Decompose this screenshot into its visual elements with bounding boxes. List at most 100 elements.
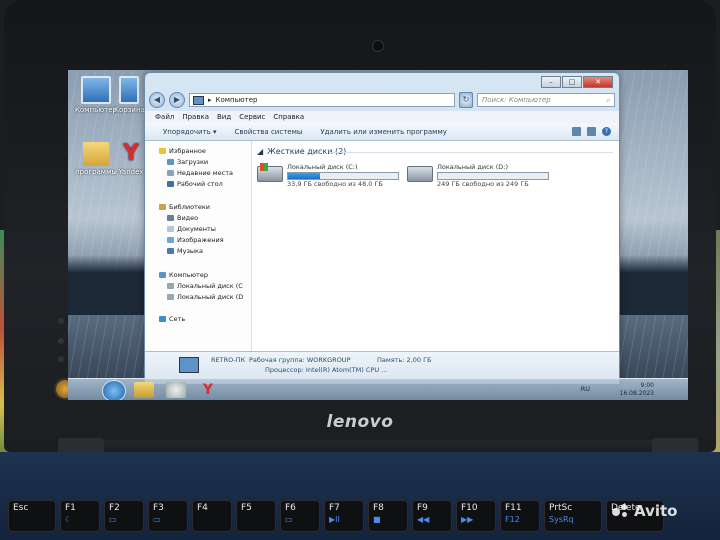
recycle-bin-icon [119, 76, 139, 104]
key-f2[interactable]: F2 ▭ [104, 500, 144, 532]
nav-images[interactable]: Изображения [167, 236, 224, 244]
key-f1[interactable]: F1 ☾ [60, 500, 100, 532]
avito-logo-icon [612, 502, 630, 520]
back-button[interactable]: ◀ [149, 92, 165, 108]
key-esc[interactable]: Esc [8, 500, 56, 532]
command-bar: Упорядочить ▾ Свойства системы Удалить и… [145, 123, 619, 141]
group-divider [329, 152, 613, 153]
nav-disk-d[interactable]: Локальный диск (D [167, 293, 243, 301]
forward-button[interactable]: ▶ [169, 92, 185, 108]
maximize-button[interactable]: □ [562, 76, 582, 88]
star-icon [159, 148, 166, 154]
computer-icon [179, 357, 199, 373]
menu-bar: Файл Правка Вид Сервис Справка [145, 111, 619, 123]
webcam [372, 40, 384, 52]
nav-network[interactable]: Сеть [159, 315, 185, 323]
clock[interactable]: 9:00 16.08.2023 [620, 382, 654, 398]
content-pane: ◢ Жесткие диски (2) Локальный диск (C:) 3… [257, 147, 613, 188]
computer-icon [159, 272, 166, 278]
menu-file[interactable]: Файл [155, 113, 174, 121]
desktop-icon [167, 181, 174, 187]
key-f5[interactable]: F5 [236, 500, 276, 532]
preview-pane-icon[interactable] [587, 127, 596, 136]
menu-view[interactable]: Вид [217, 113, 231, 121]
language-indicator[interactable]: RU [581, 385, 590, 393]
nav-bar: ◀ ▶ ▸ Компьютер ↻ Поиск: Компьютер ⌕ [149, 91, 615, 109]
downloads-icon [167, 159, 174, 165]
explorer-window: – □ ✕ ◀ ▶ ▸ Компьютер ↻ Поиск: Компьютер… [144, 72, 620, 384]
disk-usage-bar [287, 172, 399, 180]
help-icon[interactable]: ? [602, 127, 611, 136]
refresh-button[interactable]: ↻ [459, 92, 473, 108]
title-bar[interactable]: – □ ✕ [145, 73, 619, 89]
close-button[interactable]: ✕ [583, 76, 613, 88]
status-led [58, 318, 64, 324]
address-bar[interactable]: ▸ Компьютер [189, 93, 455, 107]
nav-disk-c[interactable]: Локальный диск (C [167, 282, 243, 290]
key-f7[interactable]: F7 ▶II [324, 500, 364, 532]
windows-logo-icon [260, 163, 268, 171]
avito-watermark: Avito [612, 502, 677, 520]
media-player-icon[interactable] [166, 382, 186, 398]
nav-computer[interactable]: Компьютер [159, 271, 208, 279]
menu-help[interactable]: Справка [273, 113, 304, 121]
disk-item[interactable]: Локальный диск (D:) 249 ГБ свободно из 2… [407, 163, 557, 188]
uninstall-program-button[interactable]: Удалить или изменить программу [320, 128, 446, 136]
collapse-icon: ◢ [257, 147, 264, 156]
documents-icon [167, 226, 174, 232]
libraries-icon [159, 204, 166, 210]
lenovo-logo: lenovo [326, 412, 394, 432]
nav-desktop[interactable]: Рабочий стол [167, 180, 223, 188]
nav-favorites[interactable]: Избранное [159, 147, 206, 155]
key-f10[interactable]: F10 ▶▶ [456, 500, 496, 532]
computer-icon [193, 95, 204, 105]
video-icon [167, 215, 174, 221]
system-properties-button[interactable]: Свойства системы [235, 128, 303, 136]
images-icon [167, 237, 174, 243]
minimize-button[interactable]: – [541, 76, 561, 88]
menu-tools[interactable]: Сервис [239, 113, 265, 121]
yandex-icon: Y [123, 142, 139, 166]
nav-video[interactable]: Видео [167, 214, 198, 222]
key-f3[interactable]: F3 ▭ [148, 500, 188, 532]
music-icon [167, 248, 174, 254]
nav-recent[interactable]: Недавние места [167, 169, 233, 177]
key-f9[interactable]: F9 ◀◀ [412, 500, 452, 532]
yandex-browser-icon[interactable]: Y [198, 382, 218, 398]
search-icon: ⌕ [606, 95, 610, 104]
organize-button[interactable]: Упорядочить ▾ [163, 128, 217, 136]
network-icon [159, 316, 166, 322]
nav-downloads[interactable]: Загрузки [167, 158, 208, 166]
desktop-icon-yandex[interactable]: Y Yandex [118, 142, 144, 176]
recent-places-icon [167, 170, 174, 176]
start-button[interactable] [102, 380, 126, 400]
desktop-icon-programs[interactable]: программы [70, 142, 122, 176]
key-f11[interactable]: F11 F12 [500, 500, 540, 532]
key-f6[interactable]: F6 ▭ [280, 500, 320, 532]
explorer-taskbar-icon[interactable] [134, 382, 154, 398]
status-led [58, 356, 64, 362]
key-f4[interactable]: F4 [192, 500, 232, 532]
nav-documents[interactable]: Документы [167, 225, 216, 233]
hard-drive-icon [407, 166, 433, 182]
disk-usage-fill [288, 173, 320, 179]
disk-usage-bar [437, 172, 549, 180]
menu-edit[interactable]: Правка [182, 113, 209, 121]
search-input[interactable]: Поиск: Компьютер ⌕ [477, 93, 615, 107]
explorer-body: Избранное Загрузки Недавние места Рабочи… [145, 141, 619, 351]
drive-icon [167, 294, 174, 300]
nav-libraries[interactable]: Библиотеки [159, 203, 210, 211]
taskbar: Y RU 9:00 16.08.2023 [68, 378, 688, 400]
nav-music[interactable]: Музыка [167, 247, 203, 255]
navigation-pane: Избранное Загрузки Недавние места Рабочи… [145, 141, 252, 351]
desktop-icon-recycle-bin[interactable]: Корзина [114, 76, 144, 114]
status-led [58, 338, 64, 344]
drive-icon [167, 283, 174, 289]
folder-icon [83, 142, 109, 166]
computer-icon [81, 76, 111, 104]
view-options-icon[interactable] [572, 127, 581, 136]
screen: Компьютер Корзина программы Y Yandex – □… [68, 70, 688, 400]
key-prtsc[interactable]: PrtSc SysRq [544, 500, 602, 532]
key-f8[interactable]: F8 ■ [368, 500, 408, 532]
disk-item[interactable]: Локальный диск (C:) 33,9 ГБ свободно из … [257, 163, 407, 188]
